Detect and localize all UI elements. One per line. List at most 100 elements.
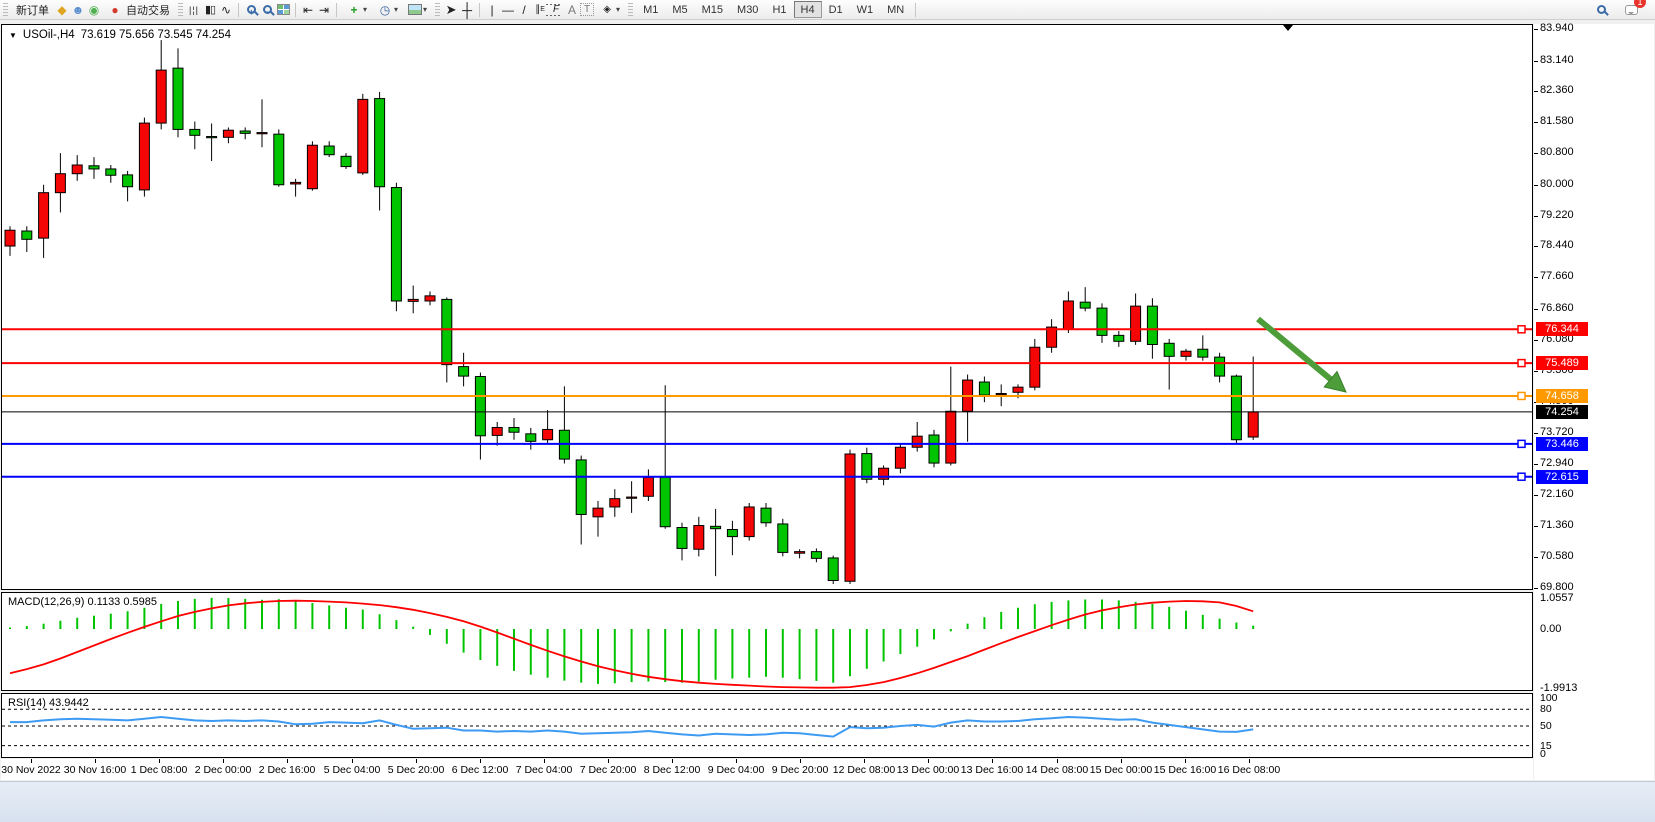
candle-body[interactable] bbox=[475, 376, 485, 435]
search-icon[interactable] bbox=[1593, 2, 1609, 18]
level-anchor[interactable] bbox=[1518, 326, 1525, 333]
trendline-icon[interactable]: / bbox=[516, 2, 532, 18]
candle-body[interactable] bbox=[795, 552, 805, 554]
candle-body[interactable] bbox=[593, 508, 603, 517]
crosshair-icon[interactable]: ┼ bbox=[459, 2, 475, 18]
timeframe-m5[interactable]: M5 bbox=[665, 1, 694, 18]
candle-body[interactable] bbox=[307, 145, 317, 188]
candle-body[interactable] bbox=[123, 175, 133, 187]
horizontal-line-icon[interactable]: — bbox=[500, 2, 516, 18]
candle-body[interactable] bbox=[1080, 302, 1090, 308]
candle-body[interactable] bbox=[627, 497, 637, 498]
timeframe-mn[interactable]: MN bbox=[880, 1, 911, 18]
candle-body[interactable] bbox=[190, 129, 200, 135]
candle-body[interactable] bbox=[811, 552, 821, 559]
candle-body[interactable] bbox=[694, 526, 704, 550]
new-order-button[interactable]: 新订单 bbox=[11, 1, 54, 19]
timeframe-d1[interactable]: D1 bbox=[822, 1, 850, 18]
candle-body[interactable] bbox=[643, 477, 653, 496]
level-anchor[interactable] bbox=[1518, 392, 1525, 399]
candle-body[interactable] bbox=[375, 99, 385, 187]
add-indicator-button[interactable]: + ▾ bbox=[341, 1, 372, 19]
vertical-line-icon[interactable]: | bbox=[484, 2, 500, 18]
candle-body[interactable] bbox=[89, 166, 99, 169]
zoom-in-icon[interactable] bbox=[243, 2, 259, 18]
candle-body[interactable] bbox=[173, 68, 183, 129]
candle-body[interactable] bbox=[744, 507, 754, 537]
candle-body[interactable] bbox=[257, 133, 267, 134]
candle-body[interactable] bbox=[610, 499, 620, 507]
candle-body[interactable] bbox=[341, 156, 351, 166]
candle-body[interactable] bbox=[526, 434, 536, 442]
candle-body[interactable] bbox=[1248, 412, 1258, 437]
candle-body[interactable] bbox=[1147, 306, 1157, 344]
candle-body[interactable] bbox=[442, 299, 452, 364]
candle-body[interactable] bbox=[1063, 301, 1073, 329]
candle-body[interactable] bbox=[912, 436, 922, 447]
auto-scroll-icon[interactable]: ⇥ bbox=[316, 2, 332, 18]
candle-body[interactable] bbox=[845, 454, 855, 581]
timeframe-m30[interactable]: M30 bbox=[730, 1, 765, 18]
notifications-icon[interactable]: 1 bbox=[1623, 2, 1639, 18]
chart-shift-marker[interactable] bbox=[1283, 25, 1293, 36]
candle-body[interactable] bbox=[1013, 387, 1023, 392]
candle-body[interactable] bbox=[324, 146, 334, 155]
candle-body[interactable] bbox=[1114, 335, 1124, 341]
chart-line-icon[interactable]: ∿ bbox=[218, 2, 234, 18]
candle-body[interactable] bbox=[207, 137, 217, 138]
rsi-panel[interactable]: RSI(14) 43.9442 bbox=[1, 693, 1533, 758]
candle-body[interactable] bbox=[408, 299, 418, 301]
cursor-icon[interactable]: ➤ bbox=[443, 2, 459, 18]
text-label-icon[interactable]: T bbox=[580, 3, 594, 16]
periods-button[interactable]: ◷ ▾ bbox=[372, 1, 403, 19]
candle-body[interactable] bbox=[862, 454, 872, 480]
price-axis[interactable]: 83.94083.14082.36081.58080.80080.00079.2… bbox=[1534, 24, 1654, 780]
macd-panel[interactable]: MACD(12,26,9) 0.1133 0.5985 bbox=[1, 592, 1533, 691]
candle-body[interactable] bbox=[1198, 349, 1208, 357]
timeframe-h1[interactable]: H1 bbox=[765, 1, 793, 18]
candle-body[interactable] bbox=[156, 70, 166, 123]
history-center-icon[interactable]: ◆ bbox=[54, 2, 70, 18]
candle-body[interactable] bbox=[1231, 376, 1241, 440]
candle-body[interactable] bbox=[240, 131, 250, 133]
candle-body[interactable] bbox=[22, 231, 32, 239]
chart-bars-icon[interactable]: |¦| bbox=[186, 2, 202, 18]
candle-body[interactable] bbox=[55, 174, 65, 193]
candle-body[interactable] bbox=[828, 558, 838, 581]
candlestick-chart[interactable] bbox=[2, 25, 1532, 589]
candle-body[interactable] bbox=[459, 367, 469, 376]
candle-body[interactable] bbox=[1164, 343, 1174, 356]
candle-body[interactable] bbox=[1030, 347, 1040, 387]
candle-body[interactable] bbox=[543, 429, 553, 439]
candle-body[interactable] bbox=[761, 508, 771, 523]
candle-body[interactable] bbox=[1215, 357, 1225, 376]
market-signal-icon[interactable]: ◉ bbox=[86, 2, 102, 18]
candle-body[interactable] bbox=[895, 447, 905, 468]
candle-body[interactable] bbox=[996, 393, 1006, 394]
candle-body[interactable] bbox=[509, 427, 519, 432]
candle-body[interactable] bbox=[358, 99, 368, 173]
candle-body[interactable] bbox=[727, 529, 737, 536]
timeframe-h4[interactable]: H4 bbox=[794, 1, 822, 18]
chart-candles-icon[interactable]: ▮▯ bbox=[202, 2, 218, 18]
tile-windows-icon[interactable] bbox=[275, 2, 291, 18]
candle-body[interactable] bbox=[425, 296, 435, 301]
candle-body[interactable] bbox=[72, 165, 82, 174]
candle-body[interactable] bbox=[106, 169, 116, 175]
zoom-out-icon[interactable] bbox=[259, 2, 275, 18]
auto-trading-button[interactable]: ● 自动交易 bbox=[102, 1, 175, 19]
candle-body[interactable] bbox=[1131, 306, 1141, 341]
timeframe-w1[interactable]: W1 bbox=[850, 1, 881, 18]
candle-body[interactable] bbox=[1097, 308, 1107, 335]
candle-body[interactable] bbox=[660, 477, 670, 526]
candle-body[interactable] bbox=[576, 460, 586, 515]
candle-body[interactable] bbox=[223, 130, 233, 137]
candle-body[interactable] bbox=[711, 526, 721, 528]
level-anchor[interactable] bbox=[1518, 360, 1525, 367]
timeframe-m1[interactable]: M1 bbox=[636, 1, 665, 18]
fibonacci-icon[interactable]: F bbox=[548, 2, 564, 18]
accounts-icon[interactable]: ☻ bbox=[70, 2, 86, 18]
candle-body[interactable] bbox=[677, 528, 687, 549]
chart-shift-icon[interactable]: ⇤ bbox=[300, 2, 316, 18]
level-anchor[interactable] bbox=[1518, 440, 1525, 447]
